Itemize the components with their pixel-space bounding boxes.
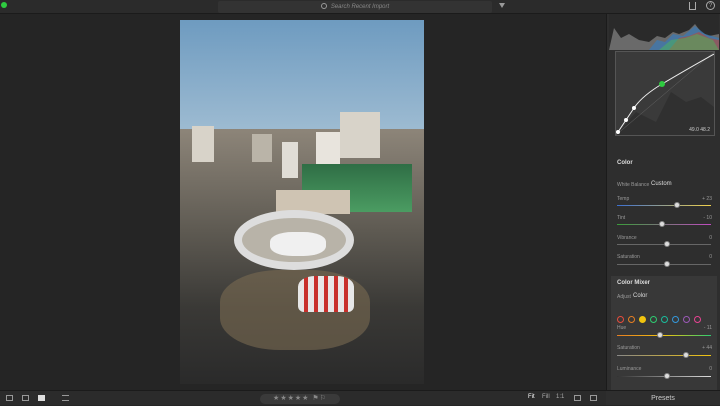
grid-view-icon[interactable]	[6, 395, 13, 401]
tint-thumb[interactable]	[659, 221, 665, 227]
temp-slider[interactable]	[617, 202, 711, 208]
presets-button[interactable]: Presets	[606, 390, 720, 405]
histogram	[609, 14, 719, 50]
photo-canvas	[0, 14, 604, 390]
adjust-select[interactable]: Color	[633, 293, 647, 299]
vibrance-value: 0	[709, 235, 712, 241]
hue-thumb[interactable]	[657, 332, 663, 338]
zoom-fit[interactable]: Fit	[528, 394, 535, 400]
saturation-value: 0	[709, 254, 712, 260]
temp-thumb[interactable]	[674, 202, 680, 208]
luminance-slider[interactable]	[617, 373, 711, 379]
swatch-yellow[interactable]	[639, 316, 646, 323]
mixer-saturation-value: + 44	[702, 345, 712, 351]
color-section-title[interactable]: Color	[617, 160, 717, 166]
help-icon[interactable]: ?	[706, 1, 715, 10]
saturation-slider[interactable]	[617, 261, 711, 267]
photo-image	[180, 20, 424, 384]
hue-value: - 11	[703, 325, 712, 331]
swatch-red[interactable]	[617, 316, 624, 323]
edit-panel: 49.0 48.2 Color White Balance Custom Tem…	[606, 14, 720, 390]
tint-value: - 10	[703, 215, 712, 221]
color-section: Color	[611, 160, 717, 166]
white-balance-select[interactable]: Custom	[651, 181, 672, 187]
flag-icon[interactable]: ⚑⚐	[312, 395, 327, 402]
share-icon[interactable]	[689, 2, 696, 10]
hue-slider[interactable]	[617, 332, 711, 338]
top-bar: Search Recent Import ?	[0, 0, 720, 14]
search-icon	[320, 3, 327, 9]
luminance-thumb[interactable]	[664, 373, 670, 379]
compare-icon[interactable]	[590, 395, 597, 401]
white-balance-label: White Balance	[617, 182, 650, 188]
hue-label: Hue	[617, 325, 627, 331]
swatch-green[interactable]	[650, 316, 657, 323]
curve-point-active[interactable]	[659, 81, 665, 87]
curve-graph	[615, 51, 715, 136]
zoom-fill[interactable]: Fill	[542, 394, 550, 400]
tint-label: Tint	[617, 215, 626, 221]
star-rating[interactable]: ★★★★★ ⚑⚐	[260, 394, 340, 404]
saturation-thumb[interactable]	[664, 261, 670, 267]
adjust-label: Adjust	[617, 294, 631, 300]
swatch-blue[interactable]	[672, 316, 679, 323]
vibrance-label: Vibrance	[617, 235, 637, 241]
vibrance-thumb[interactable]	[664, 241, 670, 247]
swatch-aqua[interactable]	[661, 316, 668, 323]
color-swatches	[617, 310, 717, 323]
mixer-saturation-slider[interactable]	[617, 352, 711, 358]
sort-icon[interactable]	[62, 395, 69, 401]
saturation-label: Saturation	[617, 254, 640, 260]
color-mixer-title: Color Mixer	[617, 280, 651, 286]
curve-readout: 49.0 48.2	[689, 127, 710, 133]
square-grid-icon[interactable]	[22, 395, 29, 401]
luminance-label: Luminance	[617, 366, 642, 372]
stars[interactable]: ★★★★★	[273, 395, 309, 402]
mixer-saturation-label: Saturation	[617, 345, 640, 351]
search-placeholder: Search Recent Import	[330, 4, 390, 10]
tone-curve[interactable]: 49.0 48.2	[615, 51, 715, 136]
detail-view-icon[interactable]	[38, 395, 45, 401]
bottom-toolbar: ★★★★★ ⚑⚐ Fit Fill 1:1	[0, 390, 606, 405]
temp-value: + 23	[702, 196, 712, 202]
filter-icon[interactable]	[499, 3, 505, 8]
mixer-saturation-thumb[interactable]	[683, 352, 689, 358]
swatch-orange[interactable]	[628, 316, 635, 323]
luminance-value: 0	[709, 366, 712, 372]
search-input[interactable]: Search Recent Import	[218, 1, 492, 13]
zoom-1to1[interactable]: 1:1	[556, 394, 564, 400]
swatch-purple[interactable]	[683, 316, 690, 323]
status-dot-icon	[1, 2, 7, 8]
filmstrip-icon[interactable]	[574, 395, 581, 401]
swatch-magenta[interactable]	[694, 316, 701, 323]
vibrance-slider[interactable]	[617, 241, 711, 247]
tint-slider[interactable]	[617, 221, 711, 227]
temp-label: Temp	[617, 196, 630, 202]
